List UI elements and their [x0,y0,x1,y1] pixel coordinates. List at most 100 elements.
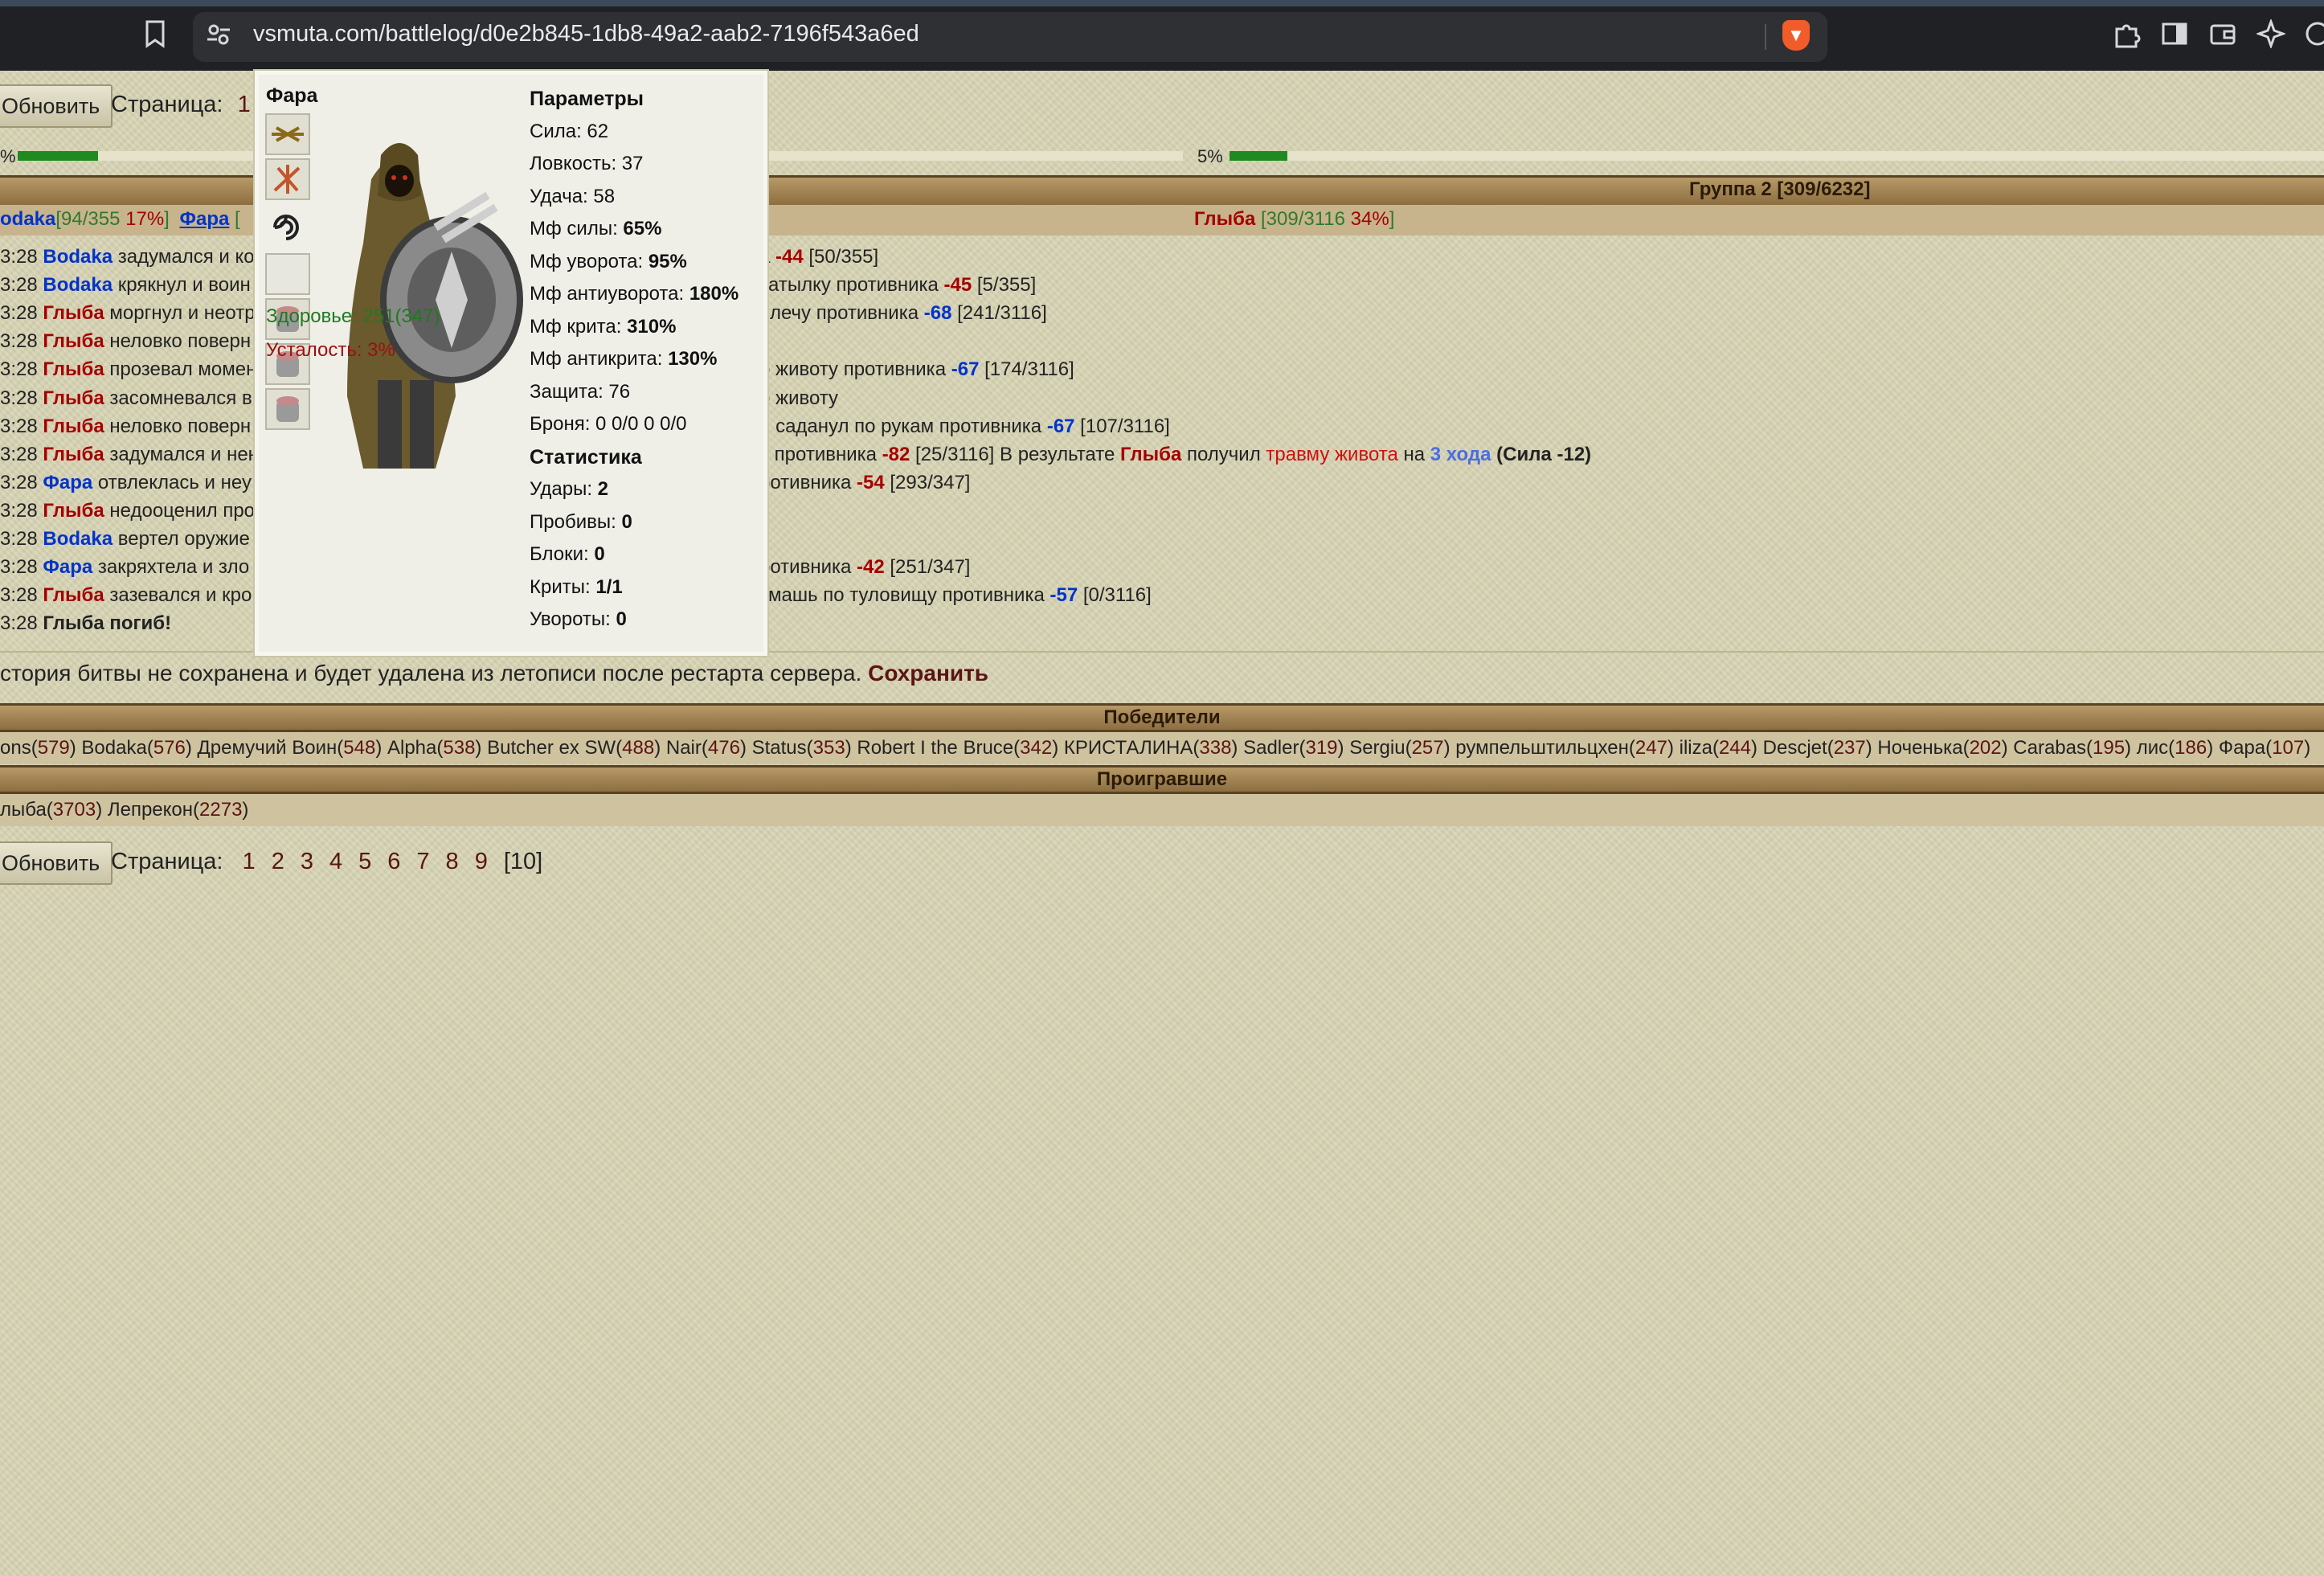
entry-name[interactable]: Дремучий Воин [198,737,338,759]
entry-name[interactable]: лыба [0,799,47,821]
sidebar-icon[interactable] [2160,19,2189,55]
winners-entry[interactable]: Status(353) [752,737,857,759]
winners-entry[interactable]: румпельштильцхен(247) [1455,737,1679,759]
trauma-effect: (Сила -12) [1491,443,1592,465]
log-text: задумался и ко [113,246,255,268]
winners-entry[interactable]: Carabas(195) [2013,737,2136,759]
log-row: 3:28 Глыба зазевался и кро [0,584,252,607]
player-name-bodaka[interactable]: odaka [0,208,55,230]
entry-name[interactable]: КРИСТАЛИНА [1064,737,1193,759]
refresh-button-top[interactable]: Обновить [0,84,113,128]
page-link-1-top[interactable]: 1 [238,92,251,117]
leo-ai-icon[interactable] [2255,18,2287,55]
log-actor[interactable]: Глыба [43,330,104,352]
winners-entry[interactable]: Nair(476) [666,737,752,759]
entry-name[interactable]: ons [0,737,31,759]
spiral-effect-icon[interactable] [265,208,307,247]
log-actor[interactable]: Фара [43,472,92,493]
extensions-icon[interactable] [2112,19,2141,55]
player-name-fara[interactable]: Фара [180,208,230,230]
entry-name[interactable]: Butcher ex SW [487,737,616,759]
entry-name[interactable]: Robert I the Bruce [857,737,1013,759]
player-name-glyba[interactable]: Глыба [1194,208,1255,230]
page-link-3[interactable]: 3 [301,849,313,874]
log-actor[interactable]: Bodaka [43,246,113,268]
winners-entry[interactable]: лис(186) [2137,737,2219,759]
site-settings-icon[interactable] [206,22,231,55]
group-2-title: Группа 2 [309/6232] [1689,178,1871,200]
entry-name[interactable]: Sadler [1243,737,1299,759]
url-text[interactable]: vsmuta.com/battlelog/d0e2b845-1db8-49a2-… [253,21,919,47]
winners-entry[interactable]: Дремучий Воин(548) [198,737,387,759]
entry-score: 548 [343,737,376,759]
page-link-10[interactable]: [10] [504,849,542,874]
entry-name[interactable]: Status [752,737,807,759]
popup-character-name: Фара [266,84,318,107]
entry-name[interactable]: Alpha [387,737,436,759]
page-link-4[interactable]: 4 [329,849,342,874]
entry-name[interactable]: Carabas [2013,737,2086,759]
page-link-6[interactable]: 6 [387,849,400,874]
entry-name[interactable]: Nair [666,737,702,759]
page-link-1[interactable]: 1 [243,849,256,874]
log-actor[interactable]: Глыба [43,584,104,606]
log-actor[interactable]: Глыба [43,387,104,409]
log-actor[interactable]: Bodaka [43,528,113,550]
winners-entry[interactable]: iliza(244) [1680,737,1763,759]
winners-entry[interactable]: Bodaka(576) [81,737,197,759]
log-actor[interactable]: Глыба [43,302,104,324]
entry-name[interactable]: Bodaka [81,737,146,759]
entry-name[interactable]: Sergiu [1349,737,1405,759]
trauma-actor[interactable]: Глыба [1120,444,1181,465]
entry-name[interactable]: Фара [2219,737,2265,759]
entry-name[interactable]: Лепрекон [108,799,193,821]
winners-entry[interactable]: Ноченька(202) [1877,737,2013,759]
entry-name[interactable]: Ноченька [1877,737,1962,759]
potion-slot-3[interactable] [265,388,310,430]
page-link-9[interactable]: 9 [475,849,488,874]
equipment-slot-rank[interactable] [265,113,310,155]
entry-score: 319 [1305,737,1338,759]
entry-name[interactable]: iliza [1680,737,1712,759]
vpn-icon[interactable] [2303,19,2324,55]
winners-entry[interactable]: Фара(107) [2219,737,2310,759]
winners-entry[interactable]: ons(579) [0,737,81,759]
refresh-button-bottom[interactable]: Обновить [0,841,113,885]
log-actor[interactable]: Глыба [43,500,104,522]
equipment-slot-empty[interactable] [265,253,310,295]
losers-entry[interactable]: лыба(3703) [0,799,108,821]
wallet-icon[interactable] [2208,19,2237,55]
entry-name[interactable]: румпельштильцхен [1455,737,1629,759]
log-row: 3:28 Глыба прозевал момен [0,358,256,381]
log-actor[interactable]: Bodaka [43,274,113,296]
winners-entry[interactable]: Descjet(237) [1763,737,1878,759]
entry-score: 257 [1411,737,1444,759]
stat-mf-anticrit: Мф антикрита: 130% [530,348,718,370]
log-actor[interactable]: Глыба [43,415,104,437]
log-actor[interactable]: Фара [43,556,92,578]
page-link-7[interactable]: 7 [416,849,429,874]
winners-entry[interactable]: КРИСТАЛИНА(338) [1064,737,1243,759]
winners-entry[interactable]: Butcher ex SW(488) [487,737,666,759]
winners-entry[interactable]: Sadler(319) [1243,737,1349,759]
log-actor[interactable]: Глыба [43,444,104,465]
page-link-5[interactable]: 5 [358,849,371,874]
winners-entry[interactable]: Alpha(538) [387,737,487,759]
equipment-slot-clan[interactable] [265,158,310,200]
log-damage: -67 [1046,415,1075,437]
bookmark-icon[interactable] [143,19,167,55]
entry-score: 186 [2175,737,2207,759]
log-actor[interactable]: Глыба погиб! [43,612,171,634]
page-link-2[interactable]: 2 [272,849,284,874]
losers-entry[interactable]: Лепрекон(2273) [108,799,249,821]
stat-crits: Криты: 1/1 [530,575,623,598]
entry-score: 3703 [52,799,96,821]
winners-entry[interactable]: Robert I the Bruce(342) [857,737,1063,759]
log-actor[interactable]: Глыба [43,358,104,380]
entry-name[interactable]: лис [2137,737,2168,759]
page-link-8[interactable]: 8 [446,849,459,874]
winners-entry[interactable]: Sergiu(257) [1349,737,1455,759]
save-link[interactable]: Сохранить [868,661,988,686]
brave-shield-icon[interactable]: ▼ [1782,20,1810,51]
entry-name[interactable]: Descjet [1763,737,1827,759]
